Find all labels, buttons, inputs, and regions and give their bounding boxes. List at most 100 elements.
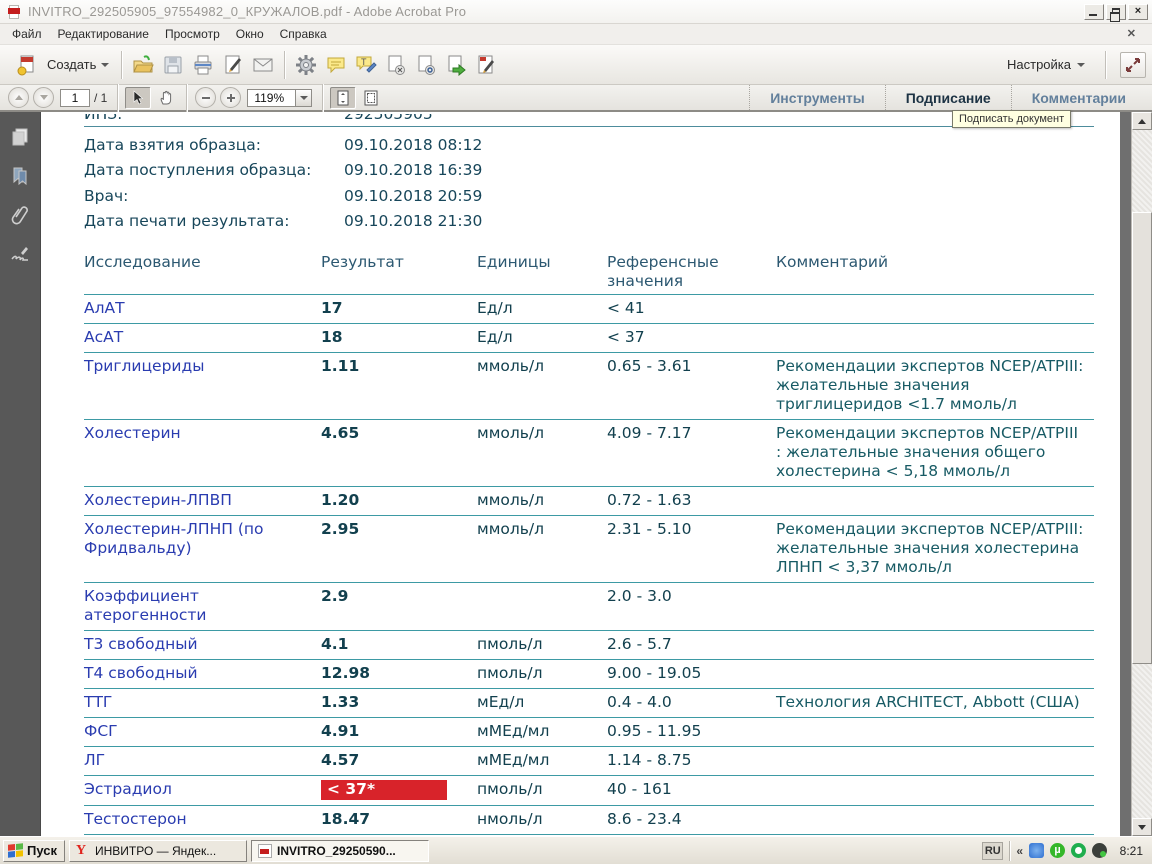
panel-tab[interactable]: Подписание <box>885 85 1011 110</box>
menu-bar: ФайлРедактированиеПросмотрОкноСправка <box>0 24 1152 45</box>
column-header: Единицы <box>477 251 607 295</box>
email-icon[interactable] <box>251 53 275 77</box>
zoom-level-value[interactable]: 119% <box>247 89 295 107</box>
utorrent-tray-icon[interactable] <box>1050 843 1065 858</box>
open-icon[interactable] <box>131 53 155 77</box>
acrobat-app-icon <box>6 4 22 20</box>
table-row: ФСГ 4.91 мМЕд/мл 0.95 - 11.95 <box>84 718 1094 747</box>
info-label: Дата взятия образца: <box>84 136 344 154</box>
test-reference-range: 40 - 161 <box>607 776 776 806</box>
close-button[interactable]: × <box>1128 4 1148 20</box>
create-button[interactable]: Создать <box>6 50 115 80</box>
column-header: Исследование <box>84 251 321 295</box>
page-extract-icon[interactable] <box>384 53 408 77</box>
test-comment <box>776 583 1094 631</box>
table-row: Т3 свободный 4.1 пмоль/л 2.6 - 5.7 <box>84 631 1094 660</box>
next-page-button[interactable] <box>33 87 54 108</box>
minimize-button[interactable] <box>1084 4 1104 20</box>
test-result: 4.65 <box>321 424 359 442</box>
create-page-icon <box>15 53 39 77</box>
inz-label: ИНЗ: <box>84 114 344 123</box>
test-name: ФСГ <box>84 718 321 747</box>
start-button[interactable]: Пуск <box>3 840 65 862</box>
task-button[interactable]: ИНВИТРО — Яндек... <box>69 840 247 862</box>
test-result: 12.98 <box>321 664 370 682</box>
settings-button[interactable]: Настройка <box>1001 54 1091 75</box>
test-reference-range: 0.65 - 3.61 <box>607 353 776 420</box>
print-icon[interactable] <box>191 53 215 77</box>
test-comment <box>776 324 1094 353</box>
export-icon[interactable] <box>444 53 468 77</box>
page-attach-icon[interactable] <box>414 53 438 77</box>
panel-tab[interactable]: Комментарии <box>1011 85 1146 110</box>
scroll-down-button[interactable] <box>1132 818 1152 836</box>
test-unit: пмоль/л <box>477 631 607 660</box>
toolbar-separator <box>117 84 118 112</box>
test-unit: Ед/л <box>477 324 607 353</box>
dark-app-tray-icon[interactable] <box>1092 843 1107 858</box>
pages-icon[interactable] <box>9 126 31 148</box>
vertical-scrollbar[interactable] <box>1131 112 1152 836</box>
save-icon[interactable] <box>161 53 185 77</box>
text-edit-icon[interactable]: T <box>354 53 378 77</box>
test-reference-range: 2.31 - 5.10 <box>607 516 776 583</box>
test-reference-range: < 41 <box>607 295 776 324</box>
preferences-gear-icon[interactable] <box>294 53 318 77</box>
menu-item[interactable]: Просмотр <box>157 25 228 43</box>
test-comment <box>776 631 1094 660</box>
hand-tool-button[interactable] <box>153 87 179 109</box>
zoom-out-button[interactable] <box>195 87 216 108</box>
test-result: 4.1 <box>321 635 348 653</box>
select-tool-button[interactable] <box>125 87 151 109</box>
zoom-in-button[interactable] <box>220 87 241 108</box>
maximize-mode-icon[interactable] <box>1120 52 1146 78</box>
main-toolbar: Создать T Настройка <box>0 45 1152 85</box>
zoom-level-combo[interactable]: 119% <box>247 89 312 107</box>
table-row: Т4 свободный 12.98 пмоль/л 9.00 - 19.05 <box>84 660 1094 689</box>
language-indicator[interactable]: RU <box>982 842 1003 860</box>
task-button[interactable]: INVITRO_29250590... <box>251 840 429 862</box>
menu-item[interactable]: Редактирование <box>50 25 157 43</box>
sign-page-icon[interactable] <box>221 53 245 77</box>
menu-item[interactable]: Справка <box>272 25 335 43</box>
test-comment <box>776 776 1094 806</box>
column-header: Результат <box>321 251 477 295</box>
restore-button[interactable] <box>1106 4 1126 20</box>
page-number-input[interactable] <box>60 89 90 107</box>
tray-overflow-chevron[interactable]: « <box>1016 844 1023 858</box>
blue-app-tray-icon[interactable] <box>1029 843 1044 858</box>
test-result: 1.11 <box>321 357 359 375</box>
test-name: ЛГ <box>84 747 321 776</box>
forms-icon[interactable] <box>474 53 498 77</box>
table-row: АсАТ 18 Ед/л < 37 <box>84 324 1094 353</box>
document-area: ИНЗ: 292505905 Дата взятия образца: 09.1… <box>0 112 1152 836</box>
test-name: Эстрадиол <box>84 776 321 806</box>
menu-item[interactable]: Окно <box>228 25 272 43</box>
green-app-tray-icon[interactable] <box>1071 843 1086 858</box>
attachments-icon[interactable] <box>9 204 31 226</box>
scrollbar-thumb[interactable] <box>1132 212 1152 664</box>
panel-tab[interactable]: Инструменты <box>749 85 885 110</box>
test-reference-range: 0.95 - 11.95 <box>607 718 776 747</box>
comment-icon[interactable] <box>324 53 348 77</box>
signatures-icon[interactable] <box>9 243 31 265</box>
test-unit: пмоль/л <box>477 776 607 806</box>
fit-page-button[interactable] <box>358 87 384 109</box>
windows-logo-icon <box>8 843 23 859</box>
test-name: Т4 свободный <box>84 660 321 689</box>
test-name: Пролактин <box>84 835 321 837</box>
test-comment <box>776 487 1094 516</box>
create-button-label: Создать <box>47 57 96 72</box>
previous-page-button[interactable] <box>8 87 29 108</box>
test-unit: ммоль/л <box>477 516 607 583</box>
test-comment <box>776 747 1094 776</box>
zoom-dropdown-button[interactable] <box>295 89 312 107</box>
test-name: АлАТ <box>84 295 321 324</box>
info-label: Врач: <box>84 187 344 205</box>
bookmarks-icon[interactable] <box>9 165 31 187</box>
menubar-close-icon[interactable]: ✕ <box>1119 27 1144 40</box>
test-unit: ммоль/л <box>477 353 607 420</box>
menu-item[interactable]: Файл <box>4 25 50 43</box>
scrolling-mode-button[interactable] <box>330 87 356 109</box>
scroll-up-button[interactable] <box>1132 112 1152 130</box>
